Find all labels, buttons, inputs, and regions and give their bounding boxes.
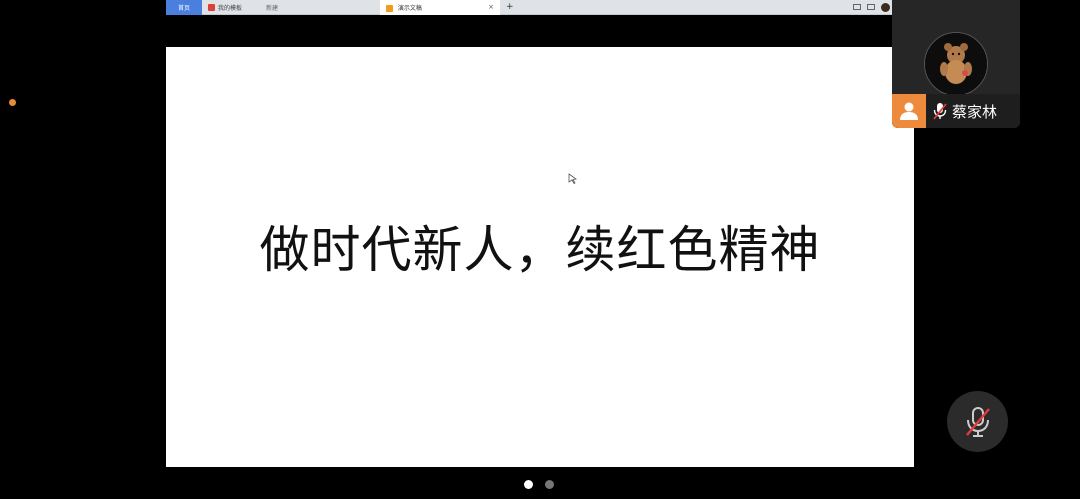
- participant-tile[interactable]: 蔡家林: [892, 0, 1020, 128]
- shared-browser-tabbar: 首页 我的模板 新建 演示文稿 × +: [166, 0, 914, 15]
- wps-red-icon: [208, 3, 215, 11]
- slide-title: 做时代新人，续红色精神: [259, 221, 821, 279]
- presentation-slide: 做时代新人，续红色精神: [166, 47, 914, 467]
- tab-new-label: 新建: [266, 4, 279, 12]
- user-avatar-icon[interactable]: [881, 2, 890, 12]
- mic-muted-icon: [965, 406, 990, 437]
- teddy-bear-icon: [925, 33, 987, 95]
- mic-muted-icon: [933, 103, 947, 120]
- page-dot-1[interactable]: [524, 480, 533, 489]
- tab-presentation[interactable]: 演示文稿 ×: [380, 0, 500, 15]
- tab-templates-label: 我的模板: [218, 4, 243, 12]
- participant-avatar: [924, 32, 988, 96]
- tab-presentation-label: 演示文稿: [397, 4, 422, 12]
- mouse-cursor-icon: [568, 173, 578, 185]
- new-tab-button[interactable]: +: [500, 2, 520, 12]
- window-icon[interactable]: [853, 4, 861, 10]
- grid-icon[interactable]: [867, 4, 875, 10]
- tab-home[interactable]: 首页: [166, 0, 202, 15]
- page-indicator: [524, 480, 554, 489]
- participant-name: 蔡家林: [952, 102, 998, 121]
- mic-toggle-button[interactable]: [947, 391, 1008, 452]
- page-dot-2[interactable]: [545, 480, 554, 489]
- tab-new[interactable]: 新建: [260, 0, 380, 15]
- participant-name-bar: 蔡家林: [892, 94, 1020, 128]
- status-dot: [9, 99, 16, 106]
- close-icon[interactable]: ×: [488, 3, 494, 11]
- meeting-screen: 首页 我的模板 新建 演示文稿 × + 做时代新人，续红色精神 蔡家林: [0, 0, 1080, 499]
- user-icon: [892, 94, 926, 128]
- tab-templates[interactable]: 我的模板: [202, 0, 260, 15]
- tab-home-label: 首页: [177, 4, 190, 12]
- presentation-orange-icon: [386, 4, 393, 12]
